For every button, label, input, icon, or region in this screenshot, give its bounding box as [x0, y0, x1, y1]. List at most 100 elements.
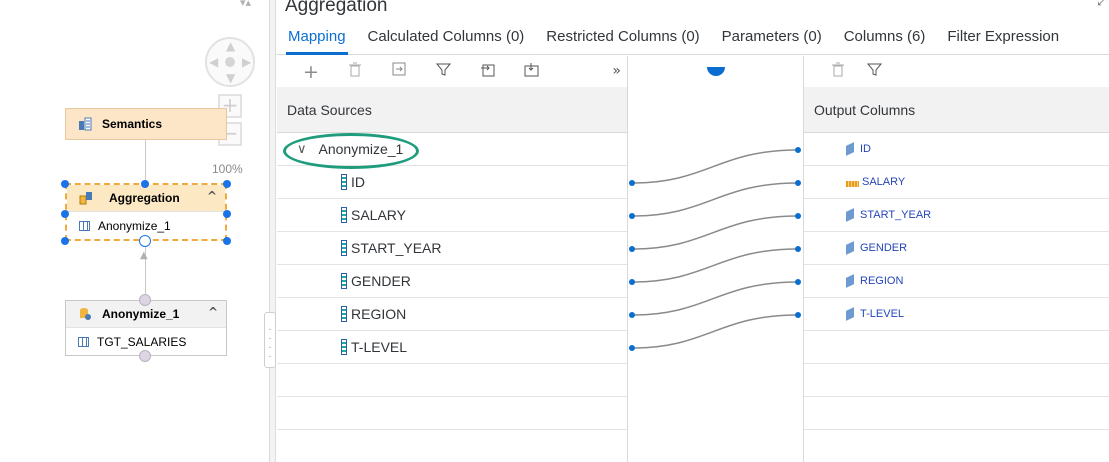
link-endpoint [795, 279, 801, 285]
collapse-toggle-icon[interactable]: ▾▴ [240, 0, 251, 9]
maximize-icon[interactable]: ⤢ [1097, 0, 1107, 9]
link-endpoint [795, 312, 801, 318]
mapping-links-area[interactable] [628, 56, 804, 462]
pan-navigator[interactable]: ▲ ▼ ◀ ▶ [205, 37, 255, 87]
column-icon [341, 273, 347, 289]
column-icon [341, 174, 347, 190]
link-endpoint [795, 246, 801, 252]
output-column-label: SALARY [862, 176, 906, 188]
scenario-canvas[interactable]: ▾▴ ▲ ▼ ◀ ▶ + − 100% ▲ Semantics Aggregat… [0, 0, 270, 462]
link-line [631, 182, 799, 217]
link-endpoint [629, 312, 635, 318]
tab-mapping[interactable]: Mapping [277, 25, 357, 55]
tab-calculated-columns[interactable]: Calculated Columns (0) [357, 25, 536, 54]
attribute-icon [846, 274, 854, 288]
column-icon [341, 240, 347, 256]
highlight-oval [283, 133, 419, 169]
resize-handle[interactable] [61, 237, 69, 245]
tab-restricted-columns[interactable]: Restricted Columns (0) [535, 25, 710, 54]
empty-row [277, 364, 627, 397]
link-endpoint [629, 345, 635, 351]
output-column[interactable]: START_YEAR [804, 199, 1109, 232]
attribute-icon [846, 142, 854, 156]
filter-icon[interactable] [421, 62, 465, 81]
semantics-node-title: Semantics [102, 117, 163, 131]
tab-parameters[interactable]: Parameters (0) [711, 25, 833, 54]
source-column[interactable]: SALARY [277, 199, 627, 232]
output-column[interactable]: ID [804, 133, 1109, 166]
resize-handle[interactable] [223, 180, 231, 188]
resize-handle[interactable] [141, 180, 149, 188]
collapse-chevron-icon[interactable]: ^ [208, 305, 218, 319]
input-port[interactable] [139, 235, 151, 247]
output-columns-header: Output Columns [804, 87, 1109, 133]
source-column-label: GENDER [351, 273, 411, 289]
add-icon[interactable]: + [289, 61, 333, 83]
source-column-label: ID [351, 174, 365, 190]
output-column-label: T-LEVEL [860, 308, 905, 320]
attribute-icon [846, 208, 854, 222]
link-endpoint [795, 213, 801, 219]
pan-left-icon[interactable]: ◀ [209, 56, 218, 68]
resize-handle[interactable] [223, 210, 231, 218]
resize-handle[interactable] [61, 180, 69, 188]
aggregation-input-label: Anonymize_1 [98, 218, 171, 233]
mapping-links [629, 147, 801, 351]
data-source-parent[interactable]: ∨ Anonymize_1 [277, 133, 627, 169]
attribute-icon [846, 241, 854, 255]
link-endpoint [795, 147, 801, 153]
output-columns-panel: Output Columns ID SALARY START_YEAR GEND… [803, 56, 1109, 462]
tab-filter-expression[interactable]: Filter Expression [936, 25, 1070, 54]
link-line [631, 314, 799, 349]
data-sources-panel: + » Data Sources ∨ Anonymize_1 ID SALARY… [277, 56, 628, 462]
editor-tabs: Mapping Calculated Columns (0) Restricte… [277, 25, 1109, 55]
pan-up-icon[interactable]: ▲ [226, 40, 235, 52]
empty-row [804, 397, 1109, 430]
data-sources-toolbar: + » [277, 56, 627, 87]
semantics-node[interactable]: Semantics [65, 108, 227, 140]
splitter-grip[interactable]: · · · · [264, 312, 276, 368]
zoom-level: 100% [212, 162, 243, 176]
resize-handle[interactable] [61, 210, 69, 218]
anonymize-node[interactable]: Anonymize_1 ^ TGT_SALARIES [65, 300, 227, 356]
aggregation-node-title: Aggregation [109, 191, 180, 205]
tab-columns[interactable]: Columns (6) [833, 25, 937, 54]
source-column[interactable]: T-LEVEL [277, 331, 627, 364]
attribute-icon [846, 307, 854, 321]
collapse-chevron-icon[interactable]: ^ [207, 189, 217, 203]
output-column[interactable]: SALARY [804, 166, 1109, 199]
source-column[interactable]: ID [277, 166, 627, 199]
input-port[interactable] [139, 350, 151, 362]
link-line [631, 248, 799, 283]
editor-title: Aggregation [285, 0, 388, 16]
source-column-label: START_YEAR [351, 240, 442, 256]
resize-handle[interactable] [223, 237, 231, 245]
source-column-label: REGION [351, 306, 407, 322]
pan-center[interactable] [225, 57, 235, 67]
empty-row [804, 331, 1109, 364]
anonymize-icon [78, 307, 92, 321]
output-column[interactable]: T-LEVEL [804, 298, 1109, 331]
map-input-icon[interactable] [465, 62, 509, 81]
delete-icon[interactable] [333, 62, 377, 81]
more-chevron-icon[interactable]: » [612, 63, 621, 79]
aggregation-node[interactable]: Aggregation ^ Anonymize_1 [65, 183, 227, 241]
source-column[interactable]: START_YEAR [277, 232, 627, 265]
semantics-icon [78, 117, 92, 131]
source-column[interactable]: GENDER [277, 265, 627, 298]
pane-splitter[interactable] [270, 0, 276, 462]
source-column[interactable]: REGION [277, 298, 627, 331]
output-column[interactable]: REGION [804, 265, 1109, 298]
link-line [631, 149, 799, 184]
aggregation-icon [79, 191, 93, 205]
pan-down-icon[interactable]: ▼ [226, 72, 235, 84]
anonymize-input-label: TGT_SALARIES [97, 334, 187, 349]
import-icon[interactable] [377, 62, 421, 81]
output-port[interactable] [139, 294, 151, 306]
link-endpoint [795, 180, 801, 186]
filter-icon[interactable] [852, 62, 896, 81]
pan-right-icon[interactable]: ▶ [242, 56, 251, 68]
empty-row [804, 364, 1109, 397]
propagate-icon[interactable] [509, 62, 553, 81]
output-column[interactable]: GENDER [804, 232, 1109, 265]
